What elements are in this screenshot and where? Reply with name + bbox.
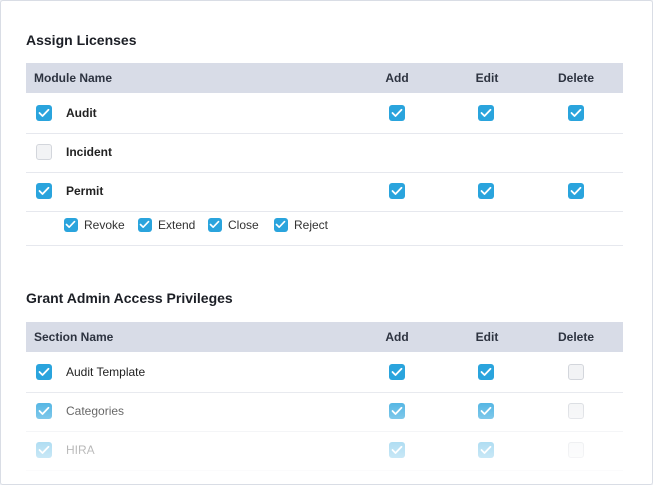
categories-checkbox[interactable] [36, 403, 52, 419]
module-row-label: Audit [66, 106, 97, 120]
module-name-header: Module Name [34, 71, 113, 85]
license-settings-card: Assign Licenses Module Name Add Edit Del… [0, 0, 653, 485]
hira-delete-checkbox[interactable] [568, 442, 584, 458]
categories-delete-checkbox[interactable] [568, 403, 584, 419]
audit-template-add-checkbox[interactable] [389, 364, 405, 380]
assign-licenses-title: Assign Licenses [26, 32, 137, 48]
delete-header: Delete [557, 71, 595, 85]
close-checkbox[interactable] [208, 218, 222, 232]
permit-option-label: Revoke [84, 218, 125, 232]
module-row-label: Permit [66, 184, 104, 198]
reject-checkbox[interactable] [274, 218, 288, 232]
audit-template-delete-checkbox[interactable] [568, 364, 584, 380]
module-row-incident: Incident [26, 133, 623, 173]
permit-checkbox[interactable] [36, 183, 52, 199]
revoke-checkbox[interactable] [64, 218, 78, 232]
extend-checkbox[interactable] [138, 218, 152, 232]
audit-add-checkbox[interactable] [389, 105, 405, 121]
add-header: Add [385, 71, 409, 85]
grant-admin-title: Grant Admin Access Privileges [26, 290, 233, 306]
hira-add-checkbox[interactable] [389, 442, 405, 458]
edit-header: Edit [475, 330, 499, 344]
permit-option-label: Reject [294, 218, 329, 232]
audit-template-edit-checkbox[interactable] [478, 364, 494, 380]
section-row-label: HIRA [66, 443, 95, 457]
hira-checkbox[interactable] [36, 442, 52, 458]
add-header: Add [385, 330, 409, 344]
audit-edit-checkbox[interactable] [478, 105, 494, 121]
permit-delete-checkbox[interactable] [568, 183, 584, 199]
licenses-table-header: Module Name Add Edit Delete [26, 63, 623, 93]
audit-checkbox[interactable] [36, 105, 52, 121]
delete-header: Delete [557, 330, 595, 344]
admin-table-header: Section Name Add Edit Delete [26, 322, 623, 352]
section-row-hira: HIRA [26, 431, 623, 471]
permit-option-label: Close [228, 218, 259, 232]
permit-edit-checkbox[interactable] [478, 183, 494, 199]
section-row-label: Categories [66, 404, 125, 418]
section-row-label: Audit Template [66, 365, 146, 379]
section-row-audit-template: Audit Template [26, 353, 623, 393]
hira-edit-checkbox[interactable] [478, 442, 494, 458]
permit-add-checkbox[interactable] [389, 183, 405, 199]
categories-add-checkbox[interactable] [389, 403, 405, 419]
section-name-header: Section Name [34, 330, 114, 344]
section-row-categories: Categories [26, 392, 623, 432]
audit-template-checkbox[interactable] [36, 364, 52, 380]
audit-delete-checkbox[interactable] [568, 105, 584, 121]
module-row-permit: Permit [26, 172, 623, 212]
permit-option-label: Extend [158, 218, 196, 232]
incident-checkbox[interactable] [36, 144, 52, 160]
module-row-label: Incident [66, 145, 113, 159]
edit-header: Edit [475, 71, 499, 85]
categories-edit-checkbox[interactable] [478, 403, 494, 419]
module-row-audit: Audit [26, 94, 623, 134]
permit-sub-options: Revoke Extend Close Reject [26, 210, 623, 246]
